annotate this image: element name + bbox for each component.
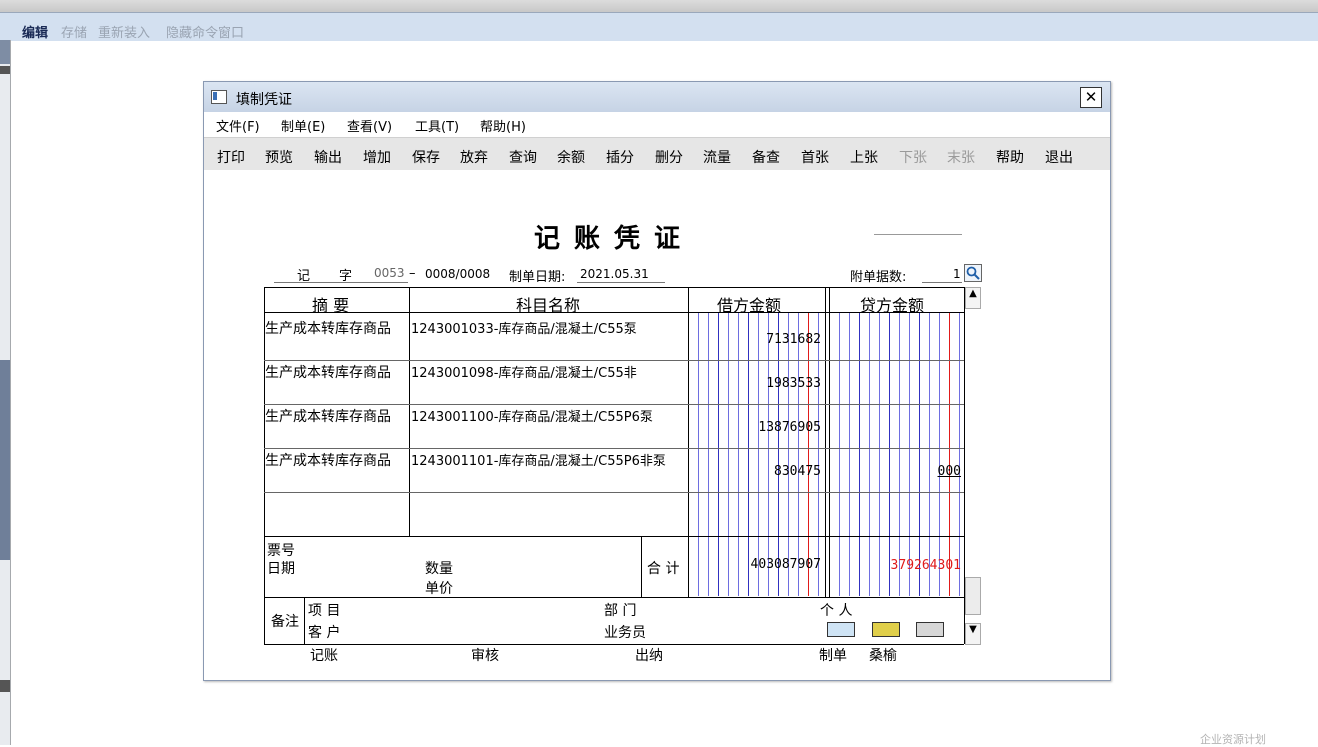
credit-total: 379264301 [890, 558, 961, 573]
menu-save[interactable]: 存储 [61, 22, 87, 41]
magnifier-icon[interactable] [964, 264, 982, 282]
memo-button[interactable]: 备查 [752, 147, 780, 167]
maker-label: 制单 [819, 648, 847, 664]
discard-button[interactable]: 放弃 [460, 147, 488, 167]
customer-label: 客 户 [308, 625, 341, 641]
save-button[interactable]: 保存 [412, 147, 440, 167]
scroll-down-button[interactable]: ▼ [965, 623, 981, 645]
row-1-summary[interactable]: 生产成本转库存商品 [265, 318, 391, 338]
menu-reload[interactable]: 重新装入 [98, 22, 150, 41]
voucher-grid: 摘 要 科目名称 借方金额 贷方金额 生产成本转库存商品 1243001033-… [264, 287, 981, 645]
title-underline [874, 234, 962, 235]
id-card-icon[interactable] [872, 622, 900, 637]
preview-button[interactable]: 预览 [265, 147, 293, 167]
row-3-summary[interactable]: 生产成本转库存商品 [265, 406, 391, 426]
window-icon [211, 90, 227, 104]
edit-icon[interactable] [916, 622, 944, 637]
menu-make[interactable]: 制单(E) [281, 116, 325, 135]
print-button[interactable]: 打印 [217, 147, 245, 167]
query-button[interactable]: 查询 [509, 147, 537, 167]
insert-entry-button[interactable]: 插分 [606, 147, 634, 167]
menu-tools[interactable]: 工具(T) [415, 116, 459, 135]
next-button[interactable]: 下张 [899, 147, 927, 167]
debit-header: 借方金额 [717, 296, 782, 315]
menu-view[interactable]: 查看(V) [347, 116, 392, 135]
menu-file[interactable]: 文件(F) [216, 116, 260, 135]
window-menubar: 文件(F) 制单(E) 查看(V) 工具(T) 帮助(H) [204, 112, 1110, 136]
voucher-date[interactable]: 2021.05.31 [580, 267, 649, 281]
row-4-credit[interactable]: 000 [938, 464, 961, 479]
summary-header: 摘 要 [312, 296, 350, 315]
account-header: 科目名称 [516, 296, 581, 315]
row-4-summary[interactable]: 生产成本转库存商品 [265, 450, 391, 470]
card-icon[interactable] [827, 622, 855, 637]
row-2-debit[interactable]: 1983533 [766, 376, 821, 391]
row-3-account[interactable]: 1243001100-库存商品/混凝土/C55P6泵 [411, 406, 653, 425]
attachments-label: 附单据数: [850, 270, 907, 285]
voucher-page: 0008/0008 [425, 267, 491, 281]
remark-label: 备注 [271, 614, 299, 630]
app-menubar: 编辑 存储 重新装入 隐藏命令窗口 [0, 12, 1318, 41]
balance-button[interactable]: 余额 [557, 147, 585, 167]
first-button[interactable]: 首张 [801, 147, 829, 167]
date-row-label: 日期 [267, 561, 295, 577]
cashier-label: 出纳 [635, 648, 663, 664]
project-label: 项 目 [308, 603, 341, 619]
export-button[interactable]: 输出 [314, 147, 342, 167]
window-titlebar: 填制凭证 ✕ [204, 82, 1110, 112]
person-label: 个 人 [820, 603, 853, 619]
row-1-account[interactable]: 1243001033-库存商品/混凝土/C55泵 [411, 318, 637, 337]
row-4-debit[interactable]: 830475 [774, 464, 821, 479]
total-label: 合 计 [647, 561, 680, 577]
row-1-debit[interactable]: 7131682 [766, 332, 821, 347]
row-2-account[interactable]: 1243001098-库存商品/混凝土/C55非 [411, 362, 637, 381]
scroll-up-button[interactable]: ▲ [965, 287, 981, 309]
help-button[interactable]: 帮助 [996, 147, 1024, 167]
voucher-number[interactable]: 0053 [374, 266, 405, 280]
date-label: 制单日期: [509, 270, 566, 285]
salesman-label: 业务员 [604, 625, 646, 641]
ticket-label: 票号 [267, 543, 295, 559]
row-4-account[interactable]: 1243001101-库存商品/混凝土/C55P6非泵 [411, 450, 666, 469]
quantity-label: 数量 [425, 561, 453, 577]
add-button[interactable]: 增加 [363, 147, 391, 167]
scroll-thumb[interactable] [965, 577, 981, 615]
credit-header: 贷方金额 [860, 296, 925, 315]
cashflow-button[interactable]: 流量 [703, 147, 731, 167]
close-button[interactable]: ✕ [1080, 87, 1102, 108]
maker-name: 桑榆 [869, 648, 897, 664]
department-label: 部 门 [604, 603, 637, 619]
voucher-title: 记账凭证 [534, 224, 695, 254]
row-2-summary[interactable]: 生产成本转库存商品 [265, 362, 391, 382]
window-title: 填制凭证 [236, 92, 292, 108]
menu-edit[interactable]: 编辑 [22, 22, 48, 41]
bookkeeper-label: 记账 [310, 648, 338, 664]
toolbar: 打印 预览 输出 增加 保存 放弃 查询 余额 插分 删分 流量 备查 首张 上… [204, 137, 1110, 170]
voucher-window: 填制凭证 ✕ 文件(F) 制单(E) 查看(V) 工具(T) 帮助(H) 打印 … [203, 81, 1111, 681]
auditor-label: 审核 [471, 648, 499, 664]
top-strip [0, 0, 1318, 12]
debit-total: 403087907 [750, 557, 821, 572]
attachments-count[interactable]: 1 [953, 267, 961, 281]
left-rail [0, 40, 11, 745]
exit-button[interactable]: 退出 [1045, 147, 1073, 167]
menu-help[interactable]: 帮助(H) [480, 116, 526, 135]
delete-entry-button[interactable]: 删分 [655, 147, 683, 167]
last-button[interactable]: 末张 [947, 147, 975, 167]
price-label: 单价 [425, 581, 453, 597]
prev-button[interactable]: 上张 [850, 147, 878, 167]
voucher-dash: – [409, 266, 416, 281]
row-3-debit[interactable]: 13876905 [758, 420, 821, 435]
menu-hide-command[interactable]: 隐藏命令窗口 [166, 22, 244, 41]
